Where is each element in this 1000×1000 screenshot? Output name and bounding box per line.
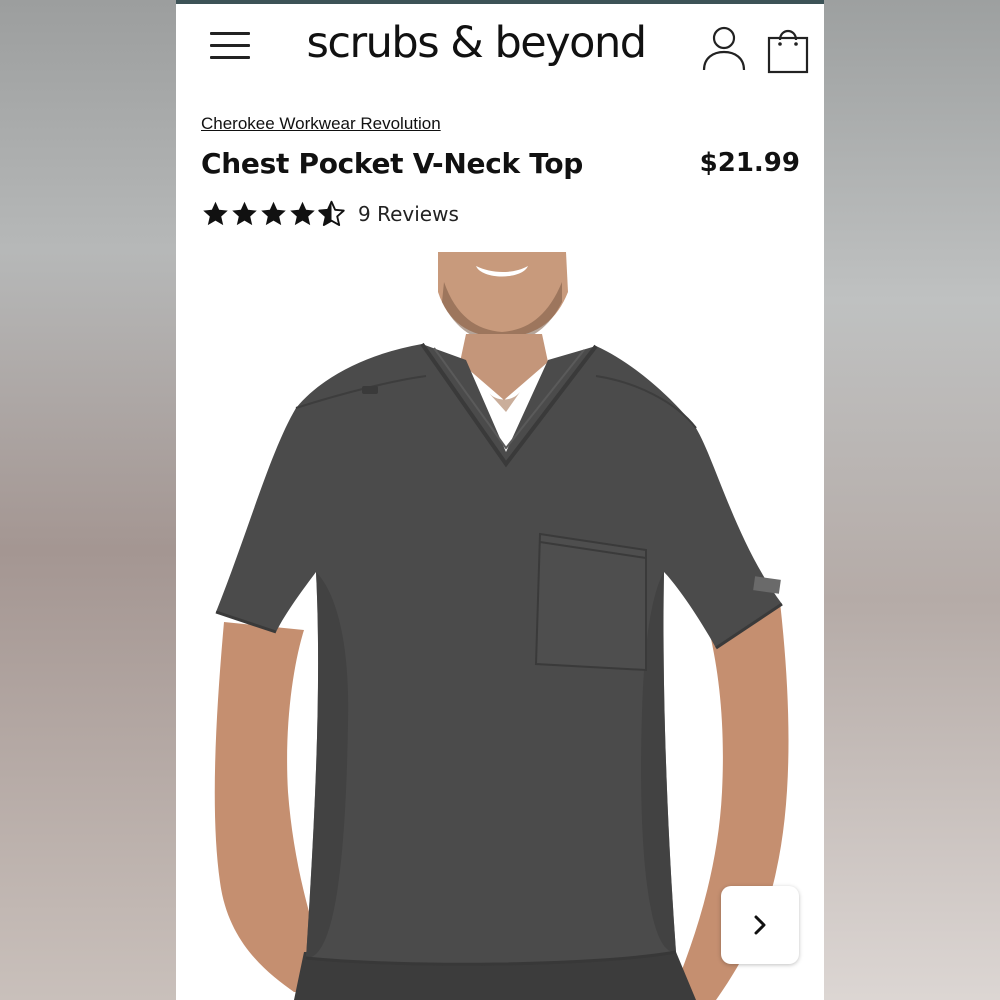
- site-logo[interactable]: scrubs & beyond: [304, 18, 648, 68]
- reviews-count-link[interactable]: 9 Reviews: [358, 202, 459, 226]
- product-title: Chest Pocket V-Neck Top: [201, 147, 584, 180]
- star-half-icon: [318, 200, 345, 227]
- background-right: [824, 0, 1000, 1000]
- star-full-icon: [203, 201, 228, 226]
- gallery-next-button[interactable]: [721, 886, 799, 964]
- star-full-icon: [290, 201, 315, 226]
- mobile-page: scrubs & beyond Cherokee Workwear Revolu…: [176, 0, 824, 1000]
- product-image-gallery[interactable]: [176, 252, 824, 1000]
- chevron-right-icon: [754, 915, 766, 935]
- product-price: $21.99: [699, 148, 800, 178]
- background-left: [0, 0, 176, 1000]
- shopping-bag-icon[interactable]: [766, 22, 810, 74]
- star-rating: [201, 200, 346, 228]
- user-account-icon[interactable]: [702, 24, 746, 72]
- hamburger-menu-icon[interactable]: [210, 32, 250, 62]
- star-full-icon: [261, 201, 286, 226]
- rating-summary[interactable]: 9 Reviews: [201, 198, 459, 230]
- star-full-icon: [232, 201, 257, 226]
- brand-link[interactable]: Cherokee Workwear Revolution: [201, 114, 441, 134]
- site-header: scrubs & beyond: [176, 4, 824, 90]
